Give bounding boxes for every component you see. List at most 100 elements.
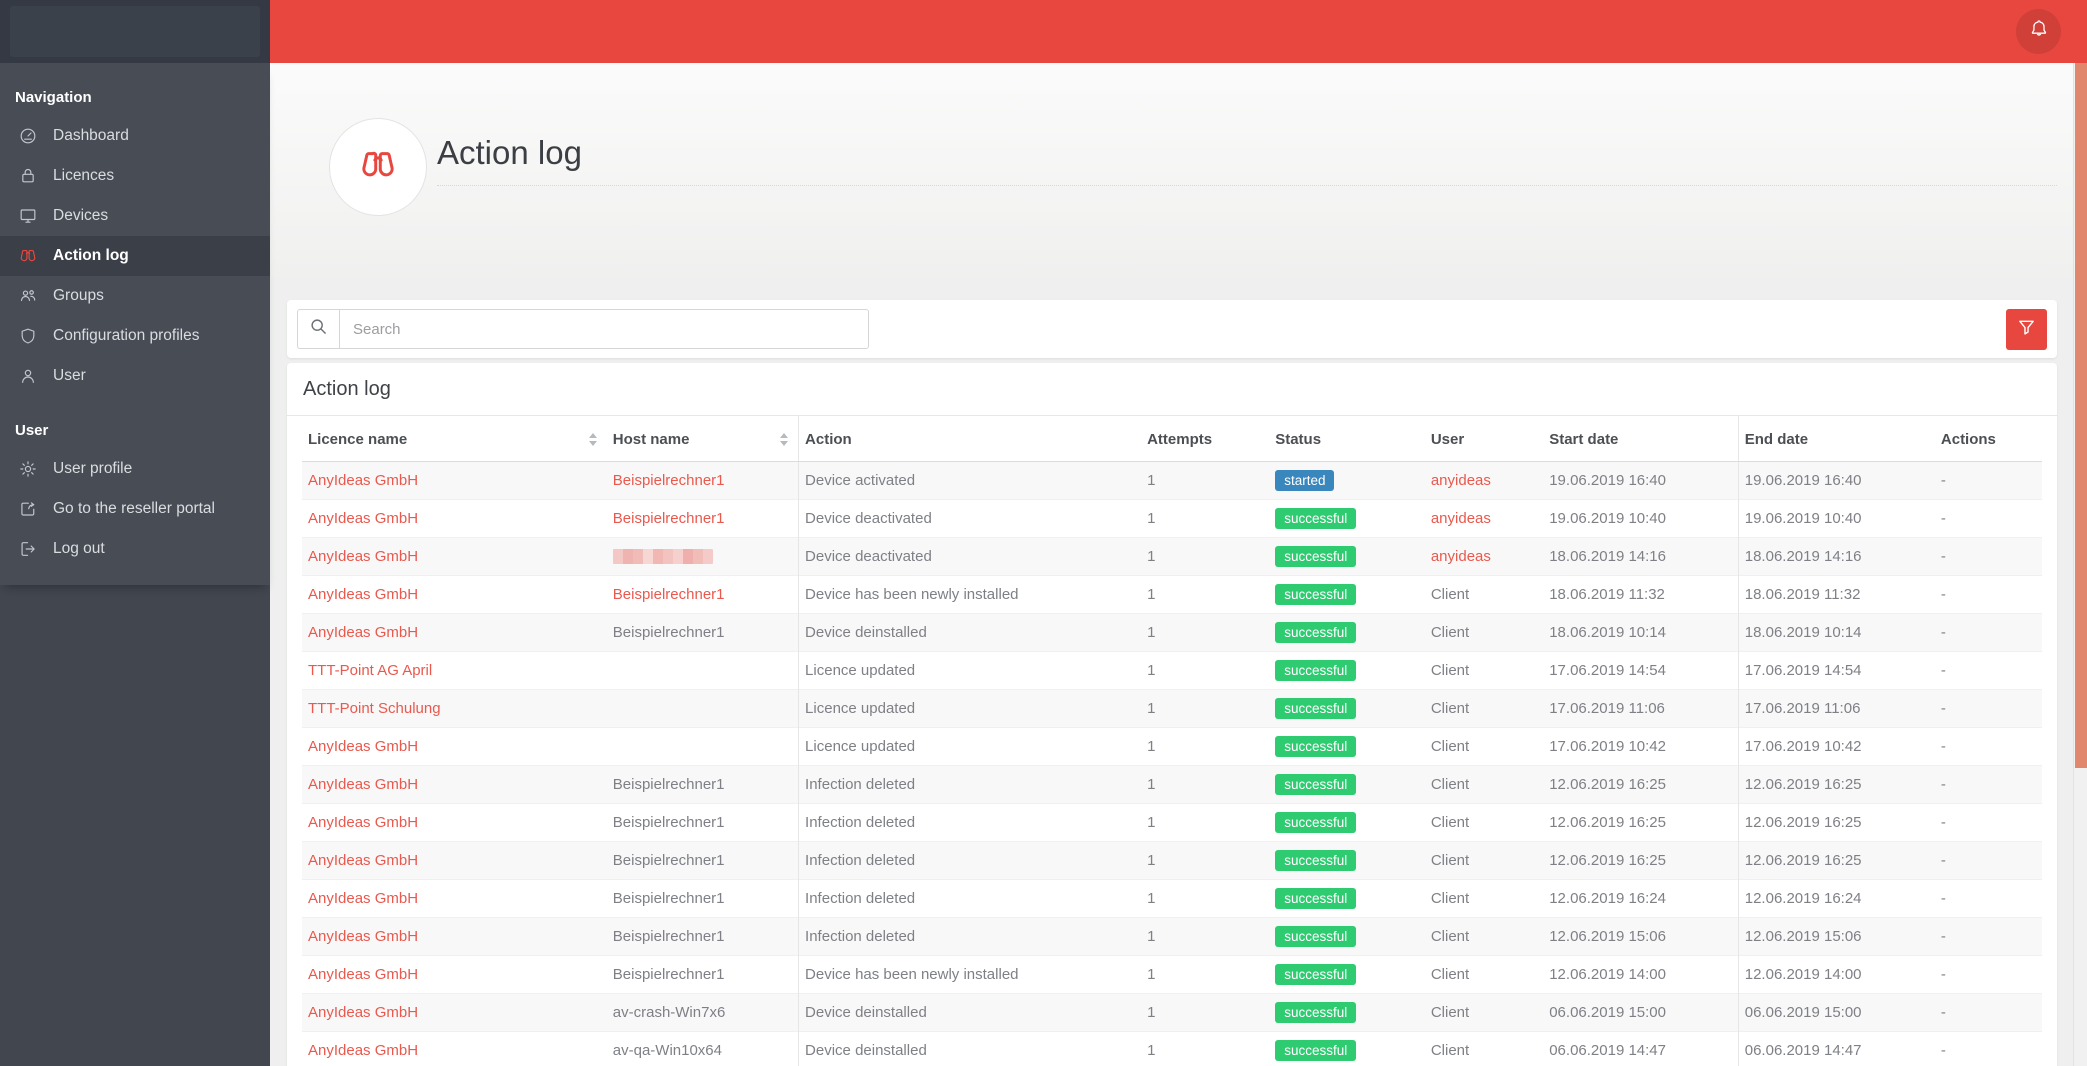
actions-cell: - — [1934, 537, 2042, 576]
licence-link[interactable]: AnyIdeas GmbH — [308, 1042, 418, 1059]
actions-cell: - — [1934, 803, 2042, 842]
licence-link[interactable]: AnyIdeas GmbH — [308, 928, 418, 945]
end-date: 12.06.2019 14:00 — [1737, 955, 1935, 994]
start-date: 12.06.2019 14:00 — [1543, 955, 1739, 994]
sidebar-item-label: Groups — [53, 287, 104, 304]
binoculars-icon — [357, 144, 399, 191]
licence-link[interactable]: AnyIdeas GmbH — [308, 548, 418, 565]
start-date: 19.06.2019 10:40 — [1543, 499, 1739, 538]
end-date: 17.06.2019 10:42 — [1737, 727, 1935, 766]
licence-link[interactable]: AnyIdeas GmbH — [308, 738, 418, 755]
licence-link[interactable]: AnyIdeas GmbH — [308, 472, 418, 489]
end-date: 19.06.2019 16:40 — [1737, 461, 1935, 500]
end-date: 06.06.2019 15:00 — [1737, 993, 1935, 1032]
column-header-attempts: Attempts — [1141, 416, 1270, 462]
host-text: Beispielrechner1 — [612, 775, 725, 793]
user-text: Client — [1430, 737, 1470, 755]
column-header-end-date: End date — [1737, 416, 1935, 462]
licence-link[interactable]: TTT-Point Schulung — [308, 700, 441, 717]
end-date: 12.06.2019 16:25 — [1737, 841, 1935, 880]
sidebar-item-label: User profile — [53, 460, 133, 477]
user-link[interactable]: anyideas — [1431, 472, 1491, 489]
sidebar-item-groups[interactable]: Groups — [0, 276, 270, 316]
column-label: Start date — [1549, 431, 1619, 448]
search-card — [287, 300, 2057, 358]
gear-icon — [18, 459, 38, 479]
action-text: Infection deleted — [798, 879, 1142, 918]
start-date: 18.06.2019 14:16 — [1543, 537, 1739, 576]
licence-link[interactable]: AnyIdeas GmbH — [308, 1004, 418, 1021]
end-date: 18.06.2019 10:14 — [1737, 613, 1935, 652]
attempts-text: 1 — [1141, 575, 1270, 614]
start-date: 18.06.2019 11:32 — [1543, 575, 1739, 614]
notifications-button[interactable] — [2016, 9, 2061, 54]
sidebar-item-action-log[interactable]: Action log — [0, 236, 270, 276]
filter-button[interactable] — [2006, 308, 2047, 350]
status-badge: started — [1275, 470, 1335, 491]
licence-link[interactable]: AnyIdeas GmbH — [308, 966, 418, 983]
actions-cell: - — [1934, 689, 2042, 728]
licence-link[interactable]: AnyIdeas GmbH — [308, 624, 418, 641]
sidebar-item-licences[interactable]: Licences — [0, 156, 270, 196]
host-text: Beispielrechner1 — [612, 889, 725, 907]
sidebar-navigation: Navigation Dashboard Licences Devices Ac… — [0, 63, 270, 585]
binoculars-icon — [18, 246, 38, 266]
column-header-licence-name[interactable]: Licence name — [302, 416, 607, 462]
sort-carets-icon — [780, 433, 789, 446]
shield-icon — [18, 326, 38, 346]
user-text: Client — [1430, 775, 1470, 793]
sidebar-item-label: Go to the reseller portal — [53, 500, 215, 517]
attempts-text: 1 — [1141, 613, 1270, 652]
actions-cell: - — [1934, 613, 2042, 652]
sort-carets-icon — [588, 433, 597, 446]
search-input[interactable] — [339, 309, 869, 349]
licence-link[interactable]: AnyIdeas GmbH — [308, 814, 418, 831]
sidebar-item-go-to-the-reseller-portal[interactable]: Go to the reseller portal — [0, 489, 270, 529]
table-row: AnyIdeas GmbH Beispielrechner1 Device has … — [302, 575, 2042, 614]
host-link[interactable]: Beispielrechner1 — [613, 510, 725, 527]
sidebar-item-user[interactable]: User — [0, 356, 270, 396]
sidebar-item-devices[interactable]: Devices — [0, 196, 270, 236]
column-header-status: Status — [1269, 416, 1425, 462]
user-text: Client — [1430, 927, 1470, 945]
licence-link[interactable]: AnyIdeas GmbH — [308, 510, 418, 527]
sidebar-item-configuration-profiles[interactable]: Configuration profiles — [0, 316, 270, 356]
end-date: 12.06.2019 16:25 — [1737, 765, 1935, 804]
sidebar: Navigation Dashboard Licences Devices Ac… — [0, 0, 270, 1066]
lock-icon — [18, 166, 38, 186]
column-header-host-name[interactable]: Host name — [606, 416, 799, 462]
sidebar-item-log-out[interactable]: Log out — [0, 529, 270, 569]
actions-cell: - — [1934, 1031, 2042, 1066]
user-text: Client — [1430, 585, 1470, 603]
end-date: 17.06.2019 14:54 — [1737, 651, 1935, 690]
host-redacted — [612, 549, 713, 565]
actions-cell: - — [1934, 727, 2042, 766]
start-date: 17.06.2019 14:54 — [1543, 651, 1739, 690]
table-row: AnyIdeas GmbH Beispielrechner1 Infection d… — [302, 803, 2042, 842]
sidebar-item-dashboard[interactable]: Dashboard — [0, 116, 270, 156]
user-link[interactable]: anyideas — [1431, 510, 1491, 527]
user-link[interactable]: anyideas — [1431, 548, 1491, 565]
status-badge: successful — [1275, 1002, 1357, 1023]
host-link[interactable]: Beispielrechner1 — [613, 586, 725, 603]
end-date: 17.06.2019 11:06 — [1737, 689, 1935, 728]
status-badge: successful — [1275, 1040, 1357, 1061]
column-label: Status — [1275, 431, 1322, 448]
licence-link[interactable]: AnyIdeas GmbH — [308, 776, 418, 793]
column-header-start-date: Start date — [1543, 416, 1739, 462]
action-text: Device activated — [798, 461, 1142, 500]
licence-link[interactable]: TTT-Point AG April — [308, 662, 432, 679]
host-text: Beispielrechner1 — [612, 927, 725, 945]
column-label: Host name — [612, 431, 690, 448]
licence-link[interactable]: AnyIdeas GmbH — [308, 890, 418, 907]
licence-link[interactable]: AnyIdeas GmbH — [308, 852, 418, 869]
scrollbar-thumb[interactable] — [2075, 63, 2087, 768]
host-link[interactable]: Beispielrechner1 — [613, 472, 725, 489]
licence-link[interactable]: AnyIdeas GmbH — [308, 586, 418, 603]
sidebar-item-user-profile[interactable]: User profile — [0, 449, 270, 489]
table-row: AnyIdeas GmbH Beispielrechner1 Device acti… — [302, 461, 2042, 500]
screen: Navigation Dashboard Licences Devices Ac… — [0, 0, 2087, 1066]
start-date: 06.06.2019 14:47 — [1543, 1031, 1739, 1066]
start-date: 18.06.2019 10:14 — [1543, 613, 1739, 652]
action-text: Device has been newly installed — [798, 575, 1142, 614]
